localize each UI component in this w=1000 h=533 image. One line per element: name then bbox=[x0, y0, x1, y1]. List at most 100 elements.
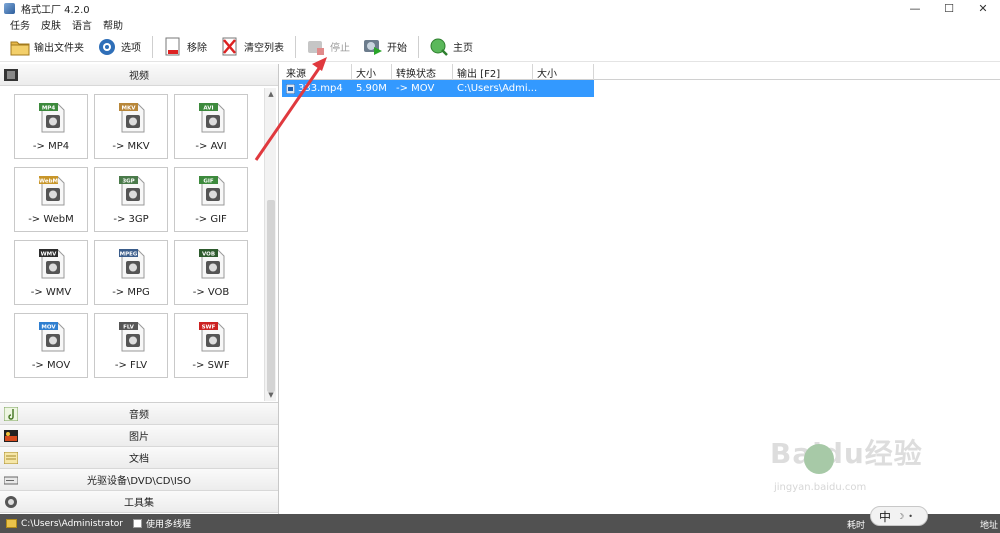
remove-button[interactable]: 移除 bbox=[159, 34, 210, 60]
svg-text:MKV: MKV bbox=[122, 106, 137, 112]
column-output[interactable]: 输出 [F2] bbox=[453, 64, 533, 80]
stop-icon bbox=[305, 36, 327, 58]
clear-list-button[interactable]: 清空列表 bbox=[216, 34, 287, 60]
format-tile-avi[interactable]: AVI -> AVI bbox=[174, 94, 248, 159]
svg-text:WebM: WebM bbox=[39, 179, 58, 185]
output-folder-button[interactable]: 输出文件夹 bbox=[6, 34, 87, 60]
format-3gp-icon: 3GP bbox=[118, 173, 148, 207]
close-button[interactable]: ✕ bbox=[966, 0, 1000, 16]
category-document[interactable]: 文档 bbox=[0, 447, 278, 469]
format-tile-vob[interactable]: VOB -> VOB bbox=[174, 240, 248, 305]
elapsed-label: 耗时 bbox=[846, 521, 865, 531]
column-source[interactable]: 来源 bbox=[282, 64, 352, 80]
home-button[interactable]: 主页 bbox=[425, 34, 476, 60]
options-gear-icon bbox=[96, 36, 118, 58]
svg-text:MP4: MP4 bbox=[42, 106, 56, 112]
format-tile-webm[interactable]: WebM -> WebM bbox=[14, 167, 88, 232]
column-status[interactable]: 转换状态 bbox=[392, 64, 453, 80]
folder-icon bbox=[9, 36, 31, 58]
watermark-logo: Baidu经验 bbox=[770, 437, 923, 470]
format-tile-gif[interactable]: GIF -> GIF bbox=[174, 167, 248, 232]
format-label: -> WMV bbox=[30, 287, 72, 298]
table-row[interactable]: 333.mp4 5.90M -> MOV C:\Users\Admi... bbox=[282, 80, 594, 97]
minimize-button[interactable]: — bbox=[898, 0, 932, 16]
toolbox-icon bbox=[4, 495, 18, 509]
category-rom-device[interactable]: 光驱设备\DVD\CD\ISO bbox=[0, 469, 278, 491]
maximize-button[interactable]: ☐ bbox=[932, 0, 966, 16]
svg-text:MPEG: MPEG bbox=[120, 252, 138, 258]
watermark-badge bbox=[804, 444, 834, 474]
video-scrollbar[interactable]: ▲ ▼ bbox=[264, 88, 276, 401]
output-path[interactable]: C:\Users\Administrator bbox=[21, 519, 123, 529]
status-right-label: 地址 bbox=[979, 521, 998, 531]
title-bar: 格式工厂 4.2.0 — ☐ ✕ bbox=[0, 0, 1000, 16]
format-gif-icon: GIF bbox=[198, 173, 228, 207]
format-label: -> VOB bbox=[192, 287, 230, 298]
column-size[interactable]: 大小 bbox=[352, 64, 392, 80]
svg-text:MOV: MOV bbox=[41, 325, 56, 331]
scroll-thumb[interactable] bbox=[267, 200, 275, 392]
svg-text:SWF: SWF bbox=[202, 325, 216, 331]
row-source: 333.mp4 bbox=[282, 80, 352, 97]
category-panel: 视频 MP4 -> MP4 MKV -> MKV AVI -> AVI WebM -> Web… bbox=[0, 64, 279, 514]
format-label: -> MPG bbox=[112, 287, 150, 298]
category-tools[interactable]: 工具集 bbox=[0, 491, 278, 513]
ime-indicator[interactable]: 中 ☽ • bbox=[870, 506, 928, 526]
remove-icon bbox=[162, 36, 184, 58]
svg-text:GIF: GIF bbox=[203, 179, 214, 185]
format-tile-mov[interactable]: MOV -> MOV bbox=[14, 313, 88, 378]
multithread-checkbox[interactable] bbox=[132, 519, 142, 528]
category-audio[interactable]: 音频 bbox=[0, 403, 278, 425]
film-icon bbox=[4, 68, 18, 82]
format-webm-icon: WebM bbox=[38, 173, 68, 207]
format-vob-icon: VOB bbox=[198, 246, 228, 280]
toolbar-separator bbox=[295, 35, 296, 58]
folder-icon bbox=[6, 519, 17, 528]
menu-help[interactable]: 帮助 bbox=[103, 17, 123, 32]
format-tile-mkv[interactable]: MKV -> MKV bbox=[94, 94, 168, 159]
svg-text:VOB: VOB bbox=[202, 252, 215, 258]
toolbar: 输出文件夹 选项 移除 清空列表 停止 开始 主页 bbox=[0, 32, 1000, 62]
options-button[interactable]: 选项 bbox=[93, 34, 144, 60]
moon-icon: ☽ bbox=[897, 511, 905, 521]
window-controls: — ☐ ✕ bbox=[898, 0, 1000, 16]
category-video[interactable]: 视频 bbox=[0, 64, 278, 86]
format-mpeg-icon: MPEG bbox=[118, 246, 148, 280]
format-label: -> MP4 bbox=[32, 141, 70, 152]
format-label: -> WebM bbox=[28, 214, 74, 225]
music-note-icon bbox=[4, 406, 18, 421]
scroll-down-arrow[interactable]: ▼ bbox=[265, 389, 277, 401]
row-source-name: 333.mp4 bbox=[298, 83, 343, 94]
toolbar-separator bbox=[152, 35, 153, 58]
format-tile-swf[interactable]: SWF -> SWF bbox=[174, 313, 248, 378]
menu-task[interactable]: 任务 bbox=[10, 17, 30, 32]
optical-drive-icon bbox=[4, 473, 18, 487]
ime-language: 中 bbox=[879, 509, 892, 524]
home-globe-icon bbox=[428, 36, 450, 58]
svg-text:FLV: FLV bbox=[123, 325, 135, 331]
format-tile-mpeg[interactable]: MPEG -> MPG bbox=[94, 240, 168, 305]
column-output-size[interactable]: 大小 bbox=[533, 64, 594, 80]
format-label: -> FLV bbox=[114, 360, 148, 371]
svg-text:WMV: WMV bbox=[41, 252, 58, 258]
stop-button[interactable]: 停止 bbox=[302, 34, 353, 60]
watermark-url: jingyan.baidu.com bbox=[774, 482, 867, 493]
format-tile-mp4[interactable]: MP4 -> MP4 bbox=[14, 94, 88, 159]
window-title: 格式工厂 4.2.0 bbox=[21, 4, 90, 16]
format-avi-icon: AVI bbox=[198, 100, 228, 134]
format-tile-wmv[interactable]: WMV -> WMV bbox=[14, 240, 88, 305]
format-label: -> MKV bbox=[112, 141, 150, 152]
start-button[interactable]: 开始 bbox=[359, 34, 410, 60]
row-size: 5.90M bbox=[356, 83, 387, 94]
menu-skin[interactable]: 皮肤 bbox=[41, 17, 61, 32]
menu-bar: 任务 皮肤 语言 帮助 bbox=[0, 16, 1000, 32]
category-image[interactable]: 图片 bbox=[0, 425, 278, 447]
format-wmv-icon: WMV bbox=[38, 246, 68, 280]
svg-text:3GP: 3GP bbox=[122, 179, 134, 185]
format-mkv-icon: MKV bbox=[118, 100, 148, 134]
scroll-up-arrow[interactable]: ▲ bbox=[265, 88, 277, 100]
format-tile-flv[interactable]: FLV -> FLV bbox=[94, 313, 168, 378]
format-tile-3gp[interactable]: 3GP -> 3GP bbox=[94, 167, 168, 232]
menu-language[interactable]: 语言 bbox=[72, 17, 92, 32]
svg-text:AVI: AVI bbox=[203, 106, 213, 112]
